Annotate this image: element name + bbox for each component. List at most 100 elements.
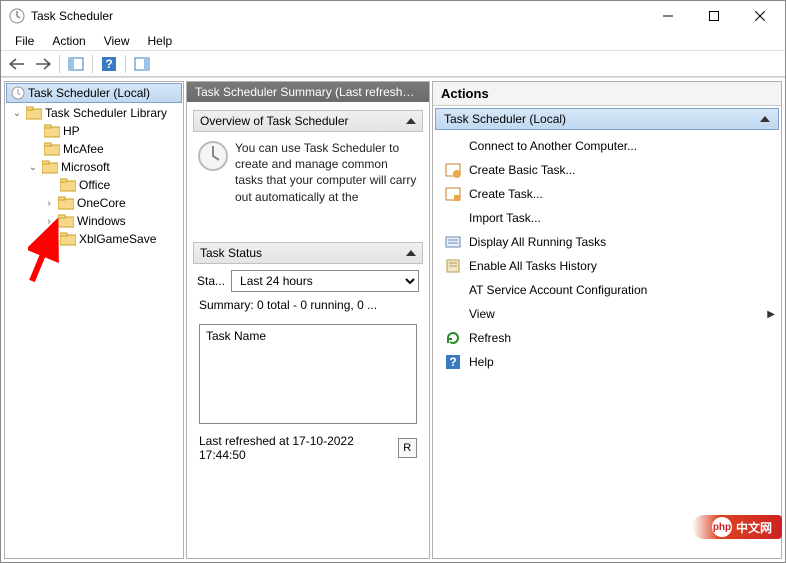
summary-footer: Last refreshed at 17-10-2022 17:44:50 R (193, 424, 423, 468)
summary-body: Overview of Task Scheduler You can use T… (187, 102, 429, 558)
close-button[interactable] (737, 1, 783, 31)
tree-node-windows[interactable]: › Windows (5, 212, 183, 230)
folder-icon (60, 232, 76, 246)
show-hide-action-button[interactable] (130, 53, 154, 75)
tree-node-microsoft[interactable]: ⌄ Microsoft (5, 158, 183, 176)
folder-icon (44, 142, 60, 156)
tree-node-office[interactable]: Office (5, 176, 183, 194)
tree-node-mcafee[interactable]: McAfee (5, 140, 183, 158)
status-range-select[interactable]: Last 24 hours (231, 270, 419, 292)
tree-label: Windows (77, 214, 126, 228)
collapse-icon[interactable] (760, 116, 770, 122)
refresh-button[interactable]: R (398, 438, 417, 458)
history-icon (445, 258, 461, 274)
folder-icon (44, 124, 60, 138)
menu-help[interactable]: Help (140, 32, 181, 50)
action-import-task[interactable]: Import Task... (433, 206, 781, 230)
expander-icon[interactable]: ⌄ (27, 161, 39, 173)
action-label: Create Task... (469, 187, 543, 201)
overview-title: Overview of Task Scheduler (200, 114, 349, 128)
content-area: Task Scheduler (Local) ⌄ Task Scheduler … (1, 77, 785, 562)
action-enable-history[interactable]: Enable All Tasks History (433, 254, 781, 278)
action-label: Refresh (469, 331, 511, 345)
task-name-list[interactable]: Task Name (199, 324, 417, 424)
svg-text:?: ? (105, 57, 112, 71)
action-label: Connect to Another Computer... (469, 139, 637, 153)
help-button[interactable]: ? (97, 53, 121, 75)
task-status-header[interactable]: Task Status (193, 242, 423, 264)
watermark-text: 中文网 (736, 519, 772, 536)
menu-action[interactable]: Action (44, 32, 93, 50)
tree-root-node[interactable]: Task Scheduler (Local) (6, 83, 182, 103)
task-status-title: Task Status (200, 246, 262, 260)
expander-icon[interactable]: › (43, 197, 55, 209)
collapse-icon[interactable] (406, 118, 416, 124)
actions-list: Connect to Another Computer... Create Ba… (433, 132, 781, 376)
menu-file[interactable]: File (7, 32, 42, 50)
minimize-button[interactable] (645, 1, 691, 31)
actions-panel: Actions Task Scheduler (Local) Connect t… (432, 81, 782, 559)
status-row: Sta... Last 24 hours (193, 264, 423, 296)
window-controls (645, 1, 783, 31)
action-create-task[interactable]: Create Task... (433, 182, 781, 206)
expander-icon[interactable]: ⌄ (11, 107, 23, 119)
overview-header[interactable]: Overview of Task Scheduler (193, 110, 423, 132)
action-at-service[interactable]: AT Service Account Configuration (433, 278, 781, 302)
show-hide-tree-button[interactable] (64, 53, 88, 75)
collapse-icon[interactable] (406, 250, 416, 256)
chevron-right-icon: ▶ (767, 309, 775, 320)
tree-label: HP (63, 124, 80, 138)
action-label: Display All Running Tasks (469, 235, 606, 249)
folder-icon (26, 106, 42, 120)
toolbar-separator (59, 55, 60, 73)
expander-icon[interactable]: › (43, 215, 55, 227)
basic-task-icon (445, 162, 461, 178)
tree-node-onecore[interactable]: › OneCore (5, 194, 183, 212)
task-name-header: Task Name (206, 329, 266, 343)
tree-label: XblGameSave (79, 232, 156, 246)
tree-node-xblgamesave[interactable]: XblGameSave (5, 230, 183, 248)
action-label: Create Basic Task... (469, 163, 576, 177)
app-window: Task Scheduler File Action View Help ? T… (0, 0, 786, 563)
action-help[interactable]: ? Help (433, 350, 781, 374)
folder-icon (42, 160, 58, 174)
watermark: php 中文网 (692, 515, 782, 539)
action-label: AT Service Account Configuration (469, 283, 647, 297)
action-refresh[interactable]: Refresh (433, 326, 781, 350)
tree-panel[interactable]: Task Scheduler (Local) ⌄ Task Scheduler … (4, 81, 184, 559)
overview-text: You can use Task Scheduler to create and… (235, 140, 419, 242)
action-display-running[interactable]: Display All Running Tasks (433, 230, 781, 254)
window-title: Task Scheduler (31, 9, 645, 23)
actions-subheader[interactable]: Task Scheduler (Local) (435, 108, 779, 130)
create-task-icon (445, 186, 461, 202)
toolbar: ? (1, 51, 785, 77)
folder-icon (60, 178, 76, 192)
back-button[interactable] (5, 53, 29, 75)
action-label: Enable All Tasks History (469, 259, 597, 273)
tree-root-label: Task Scheduler (Local) (28, 86, 150, 100)
maximize-button[interactable] (691, 1, 737, 31)
menu-view[interactable]: View (96, 32, 138, 50)
blank-icon (445, 210, 461, 226)
running-tasks-icon (445, 234, 461, 250)
tree-label: McAfee (63, 142, 104, 156)
svg-text:?: ? (449, 355, 456, 369)
action-connect-computer[interactable]: Connect to Another Computer... (433, 134, 781, 158)
blank-icon (445, 282, 461, 298)
status-label: Sta... (197, 274, 225, 288)
app-icon (9, 8, 25, 24)
tree-node-hp[interactable]: HP (5, 122, 183, 140)
titlebar: Task Scheduler (1, 1, 785, 31)
summary-header: Task Scheduler Summary (Last refreshed: … (187, 82, 429, 102)
actions-title: Actions (433, 82, 781, 106)
forward-button[interactable] (31, 53, 55, 75)
last-refreshed-text: Last refreshed at 17-10-2022 17:44:50 (199, 434, 398, 462)
help-icon: ? (445, 354, 461, 370)
action-create-basic-task[interactable]: Create Basic Task... (433, 158, 781, 182)
toolbar-separator (92, 55, 93, 73)
tree-node-library[interactable]: ⌄ Task Scheduler Library (5, 104, 183, 122)
folder-icon (58, 214, 74, 228)
action-label: View (469, 307, 759, 321)
action-view[interactable]: View ▶ (433, 302, 781, 326)
actions-subheader-label: Task Scheduler (Local) (444, 112, 566, 126)
